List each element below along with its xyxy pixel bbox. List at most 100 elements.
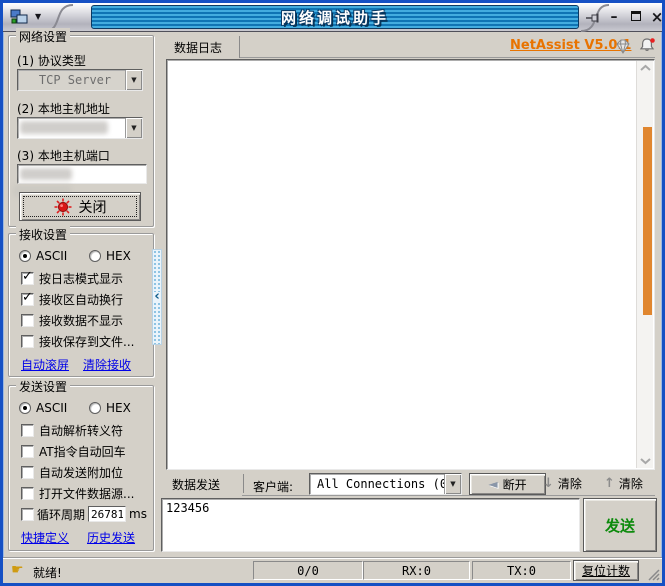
check-icon: ✓ <box>22 289 33 305</box>
rx-count: RX:0 <box>402 563 431 578</box>
disconnect-button[interactable]: ◄ 断开 <box>469 473 546 495</box>
checkbox-hide-data[interactable]: ✓ 接收数据不显示 <box>21 312 123 328</box>
redacted-port <box>20 168 72 180</box>
pin-icon[interactable] <box>584 10 600 30</box>
hex-label: HEX <box>106 401 131 415</box>
dropdown-arrow-icon[interactable]: ▼ <box>444 474 461 494</box>
checkbox-at-return[interactable]: ✓ AT指令自动回车 <box>21 443 126 459</box>
checkbox-auto-wrap[interactable]: ✓ 接收区自动换行 <box>21 289 124 307</box>
dropdown-arrow-icon[interactable]: ▼ <box>125 70 142 90</box>
data-log-area[interactable] <box>166 59 655 470</box>
tab-data-send-label: 数据发送 <box>172 478 221 492</box>
checkbox-box[interactable]: ✓ <box>21 313 34 327</box>
ascii-label: ASCII <box>36 249 68 263</box>
reset-count-button[interactable]: 复位计数 <box>573 560 639 581</box>
checkbox-label: 接收保存到文件... <box>39 334 135 349</box>
checkbox-label: 接收数据不显示 <box>39 313 124 328</box>
tab-data-log[interactable]: 数据日志 <box>166 36 240 58</box>
checkbox-save-to-file[interactable]: ✓ 接收保存到文件... <box>21 333 134 349</box>
checkbox-box[interactable]: ✓ <box>21 465 34 479</box>
protocol-type-label: (1) 协议类型 <box>17 54 86 68</box>
checkbox-box[interactable]: ✓ <box>21 334 34 348</box>
redacted-address <box>20 121 108 134</box>
host-port-input[interactable] <box>17 164 147 184</box>
resize-grip[interactable] <box>647 568 660 581</box>
radio-circle[interactable] <box>89 402 101 414</box>
dropdown-arrow-icon[interactable]: ▼ <box>125 118 142 138</box>
app-network-icon[interactable] <box>10 9 28 25</box>
connection-count: 0/0 <box>297 563 319 578</box>
receive-settings-group: 接收设置 ASCII HEX ✓ 按日志模式显示 ✓ 接收区自动换行 ✓ 接收数… <box>8 226 154 377</box>
protocol-type-value: TCP Server <box>38 73 112 87</box>
titlebar[interactable]: ▼ 网络调试助手 – × <box>3 3 662 32</box>
checkbox-file-source[interactable]: ✓ 打开文件数据源... <box>21 485 134 501</box>
checkbox-box[interactable]: ✓ <box>21 289 34 306</box>
panel-collapse-splitter[interactable]: ‹ <box>152 249 162 345</box>
checkbox-label: 接收区自动换行 <box>39 292 124 307</box>
send-settings-group: 发送设置 ASCII HEX ✓ 自动解析转义符 ✓ AT指令自动回车 ✓ 自动… <box>8 378 154 551</box>
checkbox-log-mode[interactable]: ✓ 按日志模式显示 <box>21 268 124 286</box>
collapse-chevron-icon: ‹ <box>154 289 160 304</box>
minimize-button[interactable]: – <box>605 8 623 26</box>
send-ascii-radio[interactable]: ASCII <box>19 400 67 416</box>
status-ready-text: 就绪! <box>33 566 62 580</box>
log-scrollbar-thumb[interactable] <box>643 127 652 315</box>
checkbox-box[interactable]: ✓ <box>21 423 34 437</box>
send-button[interactable]: 发送 <box>583 498 657 552</box>
gem-icon[interactable] <box>613 39 632 59</box>
checkbox-label: 按日志模式显示 <box>39 271 124 286</box>
receive-settings-title: 接收设置 <box>16 226 71 243</box>
network-settings-group: 网络设置 (1) 协议类型 TCP Server ▼ (2) 本地主机地址 ▼ … <box>8 28 154 227</box>
host-port-label: (3) 本地主机端口 <box>17 149 110 163</box>
checkbox-parse-escape[interactable]: ✓ 自动解析转义符 <box>21 422 123 438</box>
reset-count-label: 复位计数 <box>581 564 630 578</box>
checkbox-cycle-send[interactable]: ✓ 循环周期 ms <box>21 506 147 522</box>
checkbox-box[interactable]: ✓ <box>21 507 34 521</box>
receive-ascii-radio[interactable]: ASCII <box>19 248 67 264</box>
status-bar: ☛ 就绪! 0/0 RX:0 TX:0 复位计数 <box>3 557 662 583</box>
close-connection-label: 关闭 <box>78 199 107 216</box>
history-send-link[interactable]: 历史发送 <box>87 529 135 546</box>
shortcut-define-link[interactable]: 快捷定义 <box>21 529 69 546</box>
send-settings-title: 发送设置 <box>16 378 71 395</box>
clear-send-button[interactable]: ↓ 清除 <box>543 475 582 492</box>
tab-data-send[interactable]: 数据发送 <box>166 473 242 496</box>
cycle-period-input[interactable] <box>88 506 127 522</box>
checkbox-box[interactable]: ✓ <box>21 268 34 285</box>
red-led-icon <box>54 198 71 215</box>
protocol-type-select[interactable]: TCP Server ▼ <box>17 69 143 91</box>
receive-hex-radio[interactable]: HEX <box>89 248 131 264</box>
system-menu-arrow-icon[interactable]: ▼ <box>35 12 41 21</box>
radio-circle[interactable] <box>19 402 31 414</box>
tab-data-log-label: 数据日志 <box>174 40 223 55</box>
scroll-up-icon[interactable] <box>639 64 652 72</box>
tx-count: TX:0 <box>507 563 536 578</box>
checkbox-box[interactable]: ✓ <box>21 444 34 458</box>
check-icon: ✓ <box>22 268 33 284</box>
notification-bell-icon[interactable] <box>638 37 656 58</box>
auto-scroll-link[interactable]: 自动滚屏 <box>21 356 69 373</box>
send-data-input[interactable]: 123456 <box>161 498 580 552</box>
checkbox-box[interactable]: ✓ <box>21 486 34 500</box>
send-hex-radio[interactable]: HEX <box>89 400 131 416</box>
close-window-button[interactable]: × <box>648 8 662 26</box>
connection-select[interactable]: All Connections (0) ▼ <box>309 473 462 495</box>
status-count-panel: 0/0 <box>253 561 363 580</box>
ascii-label: ASCII <box>36 401 68 415</box>
maximize-button[interactable] <box>627 8 645 26</box>
network-settings-title: 网络设置 <box>16 28 71 45</box>
host-address-select[interactable]: ▼ <box>17 117 143 139</box>
send-button-label: 发送 <box>604 516 635 535</box>
down-arrow-icon: ↓ <box>543 476 554 491</box>
checkbox-auto-append[interactable]: ✓ 自动发送附加位 <box>21 464 123 480</box>
radio-circle[interactable] <box>89 250 101 262</box>
clear-log-button[interactable]: ↑ 清除 <box>604 475 643 492</box>
log-scrollbar[interactable] <box>636 61 653 468</box>
close-connection-button[interactable]: 关闭 <box>19 192 141 221</box>
pointing-hand-icon: ☛ <box>11 562 24 578</box>
clear-receive-link[interactable]: 清除接收 <box>83 356 131 373</box>
scroll-down-icon[interactable] <box>639 457 652 465</box>
host-address-label: (2) 本地主机地址 <box>17 102 110 116</box>
radio-circle[interactable] <box>19 250 31 262</box>
checkbox-label: 自动发送附加位 <box>39 465 124 480</box>
